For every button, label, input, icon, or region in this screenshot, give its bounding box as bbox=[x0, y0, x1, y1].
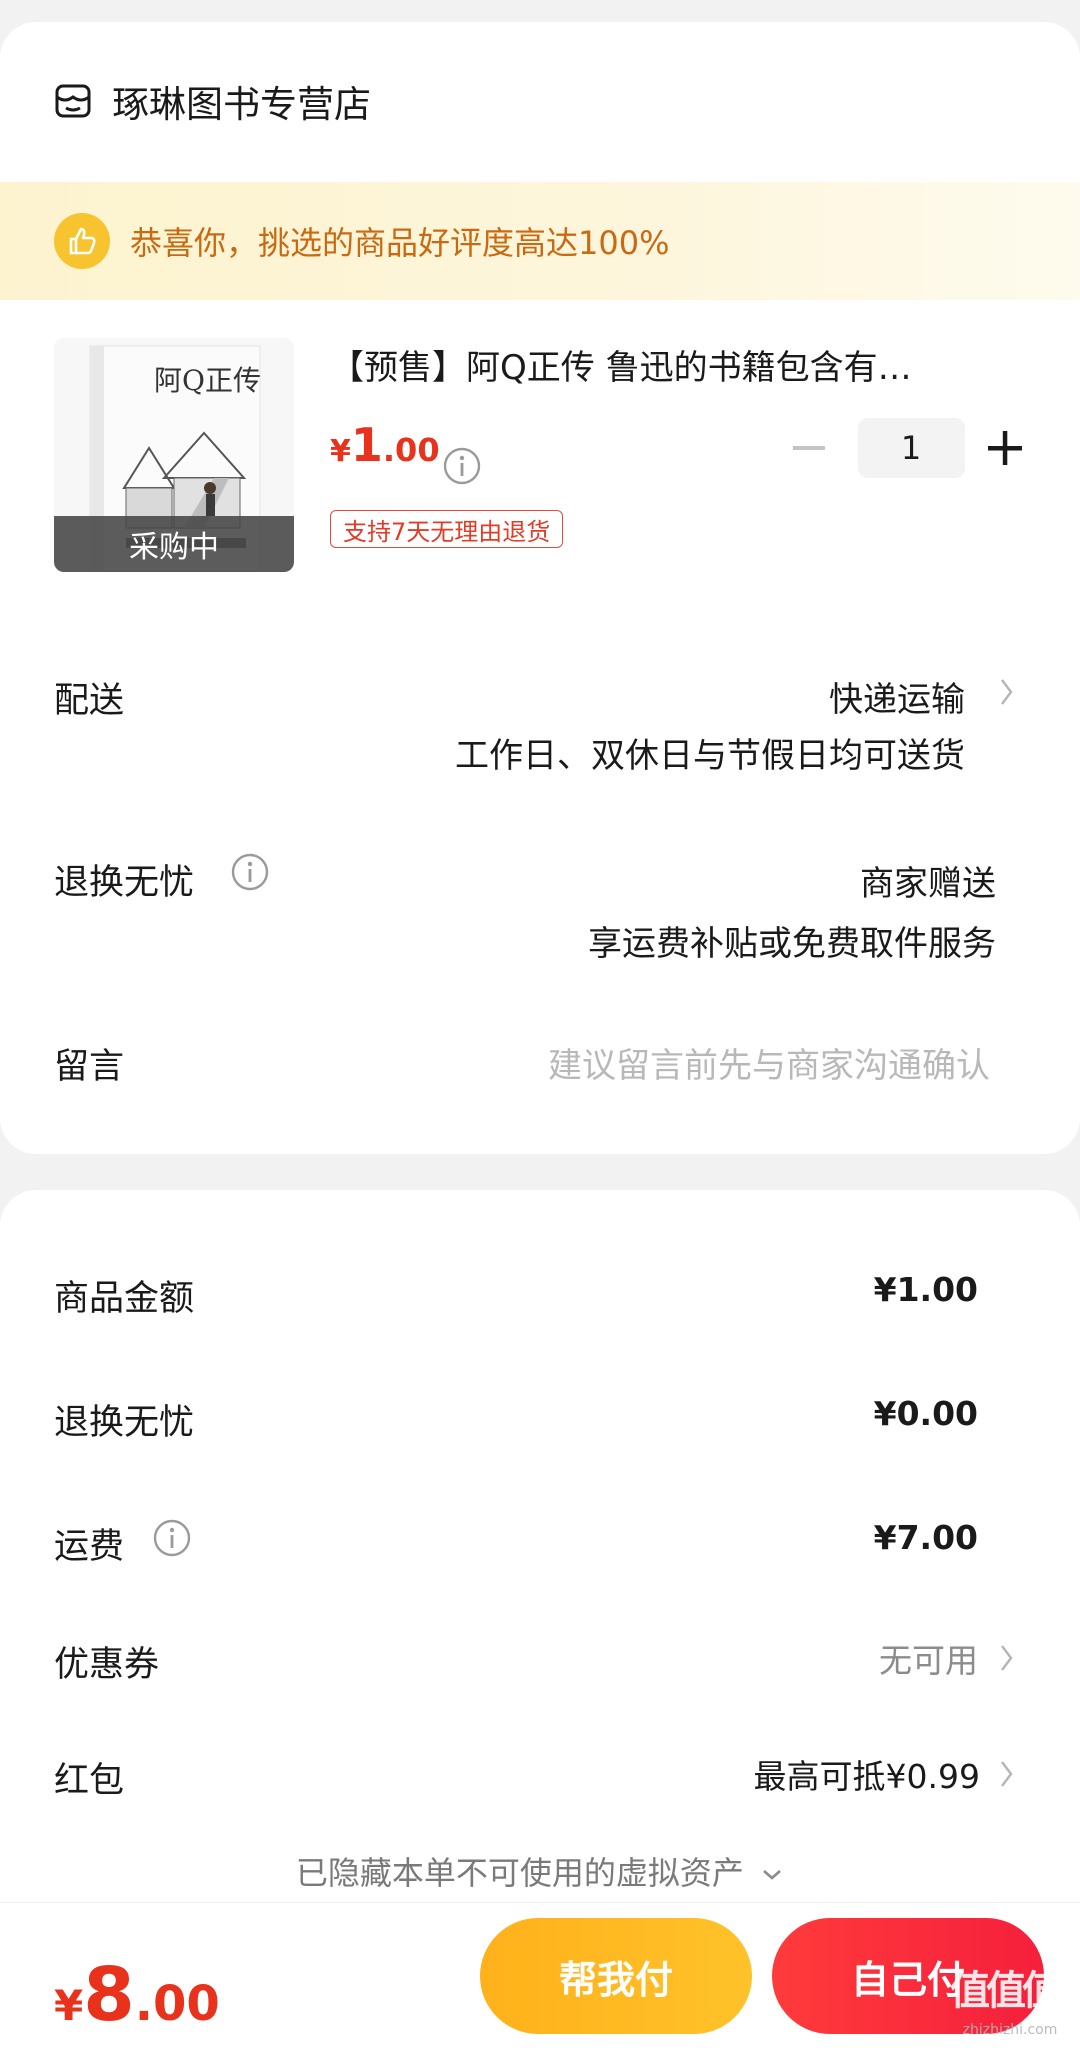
worry-free-fee-label: 退换无忧 bbox=[54, 1403, 195, 1443]
goods-amount-value: ¥1.00 bbox=[873, 1270, 978, 1309]
shipping-fee-value: ¥7.00 bbox=[873, 1518, 978, 1557]
chevron-down-icon bbox=[763, 1870, 781, 1880]
book-cover-title: 阿Q正传 bbox=[154, 364, 261, 397]
watermark-text: 值值值 bbox=[950, 1968, 1062, 2014]
red-packet-value[interactable]: 最高可抵¥0.99 bbox=[754, 1750, 980, 1798]
total-price: ¥ 8 .00 bbox=[54, 1952, 220, 2038]
worry-free-label: 退换无忧 bbox=[54, 863, 195, 903]
total-decimal: .00 bbox=[134, 1976, 220, 2032]
worry-free-provider: 商家赠送 bbox=[860, 864, 996, 904]
praise-banner: 恭喜你，挑选的商品好评度高达100% bbox=[0, 182, 1080, 300]
worry-free-note: 享运费补贴或免费取件服务 bbox=[588, 924, 996, 964]
watermark-subtext: zhizhizhi.com bbox=[962, 2022, 1058, 2038]
product-price: ¥ 1 .00 bbox=[330, 418, 440, 472]
delivery-label: 配送 bbox=[54, 681, 125, 721]
delivery-method[interactable]: 快递运输 bbox=[829, 672, 965, 721]
product-image[interactable]: 阿Q正传 采购中 bbox=[54, 338, 294, 572]
store-icon bbox=[55, 84, 91, 118]
red-packet-chevron-icon[interactable] bbox=[996, 1756, 1018, 1792]
minus-icon bbox=[792, 446, 825, 450]
purchasing-status-badge: 采购中 bbox=[54, 516, 294, 572]
decrease-button[interactable] bbox=[782, 418, 836, 478]
red-packet-label: 红包 bbox=[54, 1761, 125, 1801]
hidden-assets-text: 已隐藏本单不可使用的虚拟资产 bbox=[295, 1854, 744, 1892]
product-title[interactable]: 【预售】阿Q正传 鲁迅的书籍包含有… bbox=[330, 340, 1030, 389]
coupon-chevron-icon[interactable] bbox=[996, 1640, 1018, 1676]
price-decimal: .00 bbox=[382, 431, 440, 469]
goods-amount-label: 商品金额 bbox=[54, 1279, 195, 1319]
worry-free-fee-value: ¥0.00 bbox=[873, 1394, 978, 1433]
plus-icon bbox=[988, 431, 1023, 465]
price-info-icon[interactable] bbox=[442, 446, 482, 486]
shipping-fee-label: 运费 bbox=[54, 1527, 125, 1567]
shipping-info-icon[interactable] bbox=[152, 1518, 192, 1558]
delivery-chevron-icon[interactable] bbox=[996, 674, 1018, 710]
watermark-logo: 值值值 zhizhizhi.com bbox=[950, 1958, 1070, 2038]
worry-free-info-icon[interactable] bbox=[230, 852, 270, 892]
return-policy-badge: 支持7天无理由退货 bbox=[330, 510, 564, 548]
thumbs-up-icon bbox=[54, 213, 110, 269]
coupon-label: 优惠券 bbox=[54, 1645, 160, 1685]
praise-text: 恭喜你，挑选的商品好评度高达100% bbox=[130, 224, 670, 262]
delivery-note: 工作日、双休日与节假日均可送货 bbox=[455, 736, 965, 776]
quantity-field[interactable]: 1 bbox=[857, 418, 965, 478]
price-currency: ¥ bbox=[330, 434, 351, 469]
help-me-pay-button[interactable]: 帮我付 bbox=[480, 1918, 752, 2034]
quantity-stepper: 1 bbox=[782, 416, 1032, 480]
total-currency: ¥ bbox=[54, 1981, 84, 2030]
message-input[interactable]: 建议留言前先与商家沟通确认 bbox=[548, 1038, 990, 1087]
total-integer: 8 bbox=[83, 1952, 135, 2038]
hidden-assets-toggle[interactable]: 已隐藏本单不可使用的虚拟资产 bbox=[0, 1848, 1080, 1894]
store-header[interactable]: 琢琳图书专营店 bbox=[54, 78, 371, 126]
price-integer: 1 bbox=[350, 418, 383, 472]
coupon-value[interactable]: 无可用 bbox=[879, 1634, 978, 1682]
message-label: 留言 bbox=[54, 1047, 125, 1087]
store-name: 琢琳图书专营店 bbox=[112, 83, 371, 126]
increase-button[interactable] bbox=[979, 418, 1033, 478]
